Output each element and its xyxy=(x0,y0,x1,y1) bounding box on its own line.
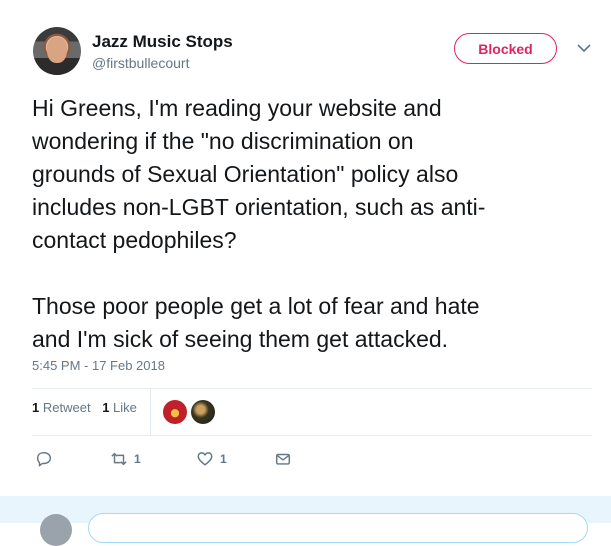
tweet-text: Hi Greens, I'm reading your website and … xyxy=(32,95,486,352)
liker-avatar[interactable] xyxy=(163,400,187,424)
retweet-icon xyxy=(111,452,127,466)
tweet-actions: 1 1 xyxy=(32,448,332,470)
retweet-stat-label: Retweet xyxy=(42,400,91,415)
user-handle[interactable]: @firstbullecourt xyxy=(92,55,189,71)
direct-message-button[interactable] xyxy=(274,448,292,470)
tweet-stats: 1 Retweet 1 Like xyxy=(32,400,145,415)
like-stat[interactable]: 1 Like xyxy=(102,400,137,415)
avatar-shirt xyxy=(37,63,77,75)
heart-icon xyxy=(197,452,213,466)
user-display-name[interactable]: Jazz Music Stops xyxy=(92,32,233,52)
user-avatar[interactable] xyxy=(33,27,81,75)
retweet-stat[interactable]: 1 Retweet xyxy=(32,400,91,415)
divider-bottom xyxy=(32,435,592,436)
like-stat-label: Like xyxy=(113,400,137,415)
divider-top xyxy=(32,388,592,389)
like-stat-count: 1 xyxy=(102,400,110,415)
retweet-button[interactable]: 1 xyxy=(110,448,141,470)
stats-separator xyxy=(150,389,151,435)
reply-user-avatar xyxy=(40,514,72,546)
reply-input[interactable] xyxy=(88,513,588,543)
tweet-timestamp[interactable]: 5:45 PM - 17 Feb 2018 xyxy=(32,358,165,373)
retweet-count: 1 xyxy=(134,452,141,466)
liker-avatar[interactable] xyxy=(191,400,215,424)
retweet-stat-count: 1 xyxy=(32,400,40,415)
like-count: 1 xyxy=(220,452,227,466)
avatar-face xyxy=(47,37,67,63)
reply-button[interactable] xyxy=(35,448,53,470)
like-button[interactable]: 1 xyxy=(196,448,227,470)
envelope-icon xyxy=(275,453,291,465)
tweet-card: Jazz Music Stops @firstbullecourt Blocke… xyxy=(0,0,611,496)
chevron-down-icon[interactable] xyxy=(574,38,594,58)
reply-icon xyxy=(36,451,52,467)
blocked-button[interactable]: Blocked xyxy=(454,33,557,64)
